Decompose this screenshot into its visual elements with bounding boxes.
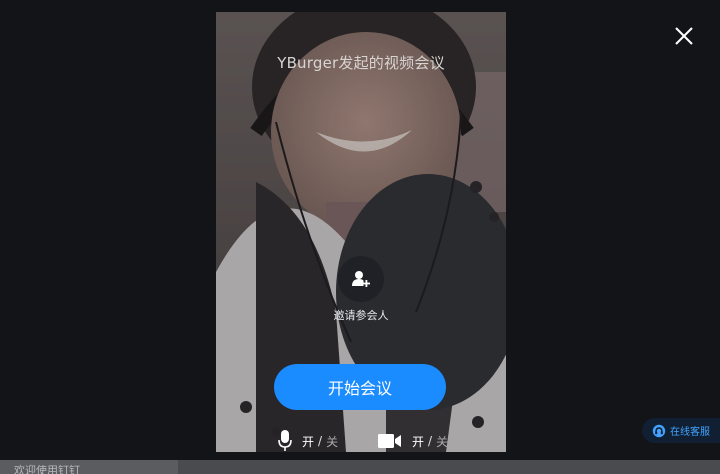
online-service-label: 在线客服 — [670, 427, 710, 438]
online-service-button[interactable]: 在线客服 — [642, 418, 720, 443]
headset-icon — [652, 424, 666, 438]
camera-on-label[interactable]: 开 — [412, 433, 424, 450]
video-camera-icon — [378, 433, 402, 449]
start-meeting-button[interactable]: 开始会议 — [274, 364, 446, 410]
camera-separator: / — [428, 434, 433, 448]
close-icon — [675, 27, 693, 45]
close-button[interactable] — [670, 22, 698, 50]
microphone-separator: / — [318, 434, 323, 448]
camera-toggle[interactable]: 开 / 关 — [378, 430, 448, 452]
microphone-off-label[interactable]: 关 — [326, 433, 338, 450]
invite-participants: 邀请参会人 — [311, 256, 411, 323]
welcome-text: 欢迎使用钉钉 — [14, 464, 80, 474]
invite-participants-button[interactable] — [338, 256, 384, 302]
status-bar: 欢迎使用钉钉 — [0, 460, 720, 474]
microphone-on-label[interactable]: 开 — [302, 433, 314, 450]
microphone-toggle[interactable]: 开 / 关 — [278, 430, 338, 452]
media-controls: 开 / 关 开 / 关 — [216, 430, 506, 452]
camera-off-label[interactable]: 关 — [436, 433, 448, 450]
video-meeting-overlay: YBurger发起的视频会议 邀请参会人 开始会议 开 / 关 开 / 关 在线… — [0, 0, 720, 474]
microphone-icon — [278, 430, 292, 452]
video-preview: YBurger发起的视频会议 邀请参会人 开始会议 开 / 关 开 / 关 — [216, 12, 506, 452]
invite-participants-label: 邀请参会人 — [333, 309, 389, 322]
add-person-icon — [352, 271, 370, 287]
status-bar-left: 欢迎使用钉钉 — [0, 460, 178, 474]
meeting-title: YBurger发起的视频会议 — [277, 54, 445, 72]
